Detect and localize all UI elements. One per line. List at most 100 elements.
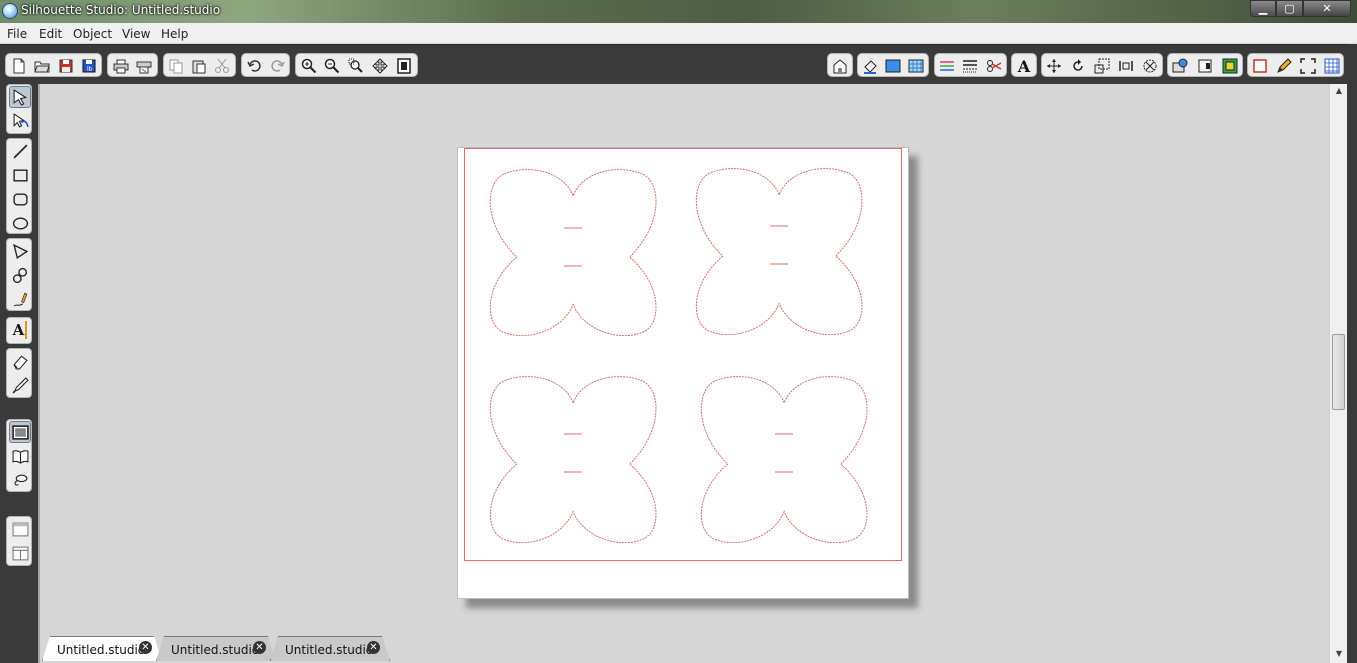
save-to-library-icon[interactable]: lb	[79, 56, 99, 76]
line-tool-group	[934, 53, 1007, 77]
select-arrow-icon[interactable]	[9, 86, 31, 108]
cut-scissors-icon[interactable]	[212, 56, 232, 76]
transform-tool-group	[1041, 53, 1163, 77]
fill-gradient-icon[interactable]	[883, 56, 903, 76]
panel-tool-group	[1167, 53, 1243, 77]
vertical-scrollbar[interactable]: ▲ ▼	[1329, 84, 1347, 663]
butterfly-shape[interactable]	[489, 371, 659, 543]
minimize-button[interactable]: ▁	[1250, 0, 1276, 17]
eraser-icon[interactable]	[9, 350, 31, 372]
design-page-icon[interactable]	[9, 421, 31, 443]
cut-style-icon[interactable]	[984, 56, 1004, 76]
text-tool-icon[interactable]: A	[9, 319, 31, 341]
pan-hand-icon[interactable]	[370, 56, 390, 76]
knife-tool-icon[interactable]	[9, 374, 31, 396]
freehand-tool-icon[interactable]	[9, 288, 31, 310]
document-tab[interactable]: Untitled.studio ✕	[42, 636, 162, 661]
menu-file[interactable]: File	[7, 27, 27, 41]
zoom-tool-group	[295, 53, 418, 77]
fill-color-icon[interactable]	[860, 56, 880, 76]
align-icon[interactable]	[1044, 56, 1064, 76]
menu-bar: File Edit Object View Help	[0, 23, 1357, 44]
save-icon[interactable]	[56, 56, 76, 76]
zoom-out-icon[interactable]	[322, 56, 342, 76]
text-style-icon[interactable]: A	[1014, 56, 1034, 76]
line-style-icon[interactable]	[960, 56, 980, 76]
scale-icon[interactable]	[1092, 56, 1112, 76]
grid-icon[interactable]	[1322, 56, 1342, 76]
polygon-tool-icon[interactable]	[9, 240, 31, 262]
online-store-cloud-icon[interactable]	[9, 469, 31, 491]
close-tab-icon[interactable]: ✕	[367, 641, 380, 654]
butterfly-shape[interactable]	[700, 371, 870, 543]
document-tab[interactable]: Untitled.studio ✕	[270, 636, 390, 661]
fill-pattern-icon[interactable]	[906, 56, 926, 76]
print-icon[interactable]	[111, 56, 131, 76]
online-store-icon[interactable]	[830, 56, 850, 76]
undo-icon[interactable]	[245, 56, 265, 76]
menu-object[interactable]: Object	[73, 27, 112, 41]
main-toolbar: lb A	[0, 44, 1357, 84]
draw-shape-group	[6, 138, 32, 234]
rectangle-tool-icon[interactable]	[9, 164, 31, 186]
redo-icon[interactable]	[267, 56, 287, 76]
window-title: Silhouette Studio: Untitled.studio	[21, 3, 221, 17]
send-to-cutter-icon[interactable]	[134, 56, 154, 76]
copy-icon[interactable]	[166, 56, 186, 76]
print-tool-group	[107, 53, 158, 77]
page-setup-icon[interactable]	[1195, 56, 1215, 76]
file-tool-group: lb	[5, 53, 102, 77]
menu-view[interactable]: View	[122, 27, 150, 41]
open-folder-icon[interactable]	[32, 56, 52, 76]
fit-to-page-icon[interactable]	[394, 56, 414, 76]
draw-path-group	[6, 238, 32, 311]
ellipse-tool-icon[interactable]	[9, 212, 31, 234]
title-bar: Silhouette Studio: Untitled.studio ▁ ▢ ✕	[0, 0, 1357, 23]
rounded-rectangle-tool-icon[interactable]	[9, 188, 31, 210]
move-icon[interactable]	[1116, 56, 1136, 76]
history-tool-group	[241, 53, 290, 77]
menu-edit[interactable]: Edit	[39, 27, 62, 41]
document-tab[interactable]: Untitled.studio ✕	[156, 636, 276, 661]
zoom-in-icon[interactable]	[299, 56, 319, 76]
text-style-group: A	[1011, 53, 1037, 77]
fullscreen-icon[interactable]	[1298, 56, 1318, 76]
registration-marks-icon[interactable]	[1250, 56, 1270, 76]
panel-toggle-group	[6, 419, 32, 492]
line-color-icon[interactable]	[937, 56, 957, 76]
sketch-pencil-icon[interactable]	[1274, 56, 1294, 76]
line-tool-icon[interactable]	[9, 140, 31, 162]
cut-settings-icon[interactable]	[1220, 56, 1240, 76]
text-tool-group: A	[6, 317, 32, 344]
tab-label: Untitled.studio	[57, 643, 146, 657]
edit-points-icon[interactable]	[9, 110, 31, 132]
globe-icon	[2, 3, 18, 19]
zoom-selection-icon[interactable]	[346, 56, 366, 76]
fill-tool-group	[857, 53, 929, 77]
paste-icon[interactable]	[189, 56, 209, 76]
right-edge-strip	[1347, 44, 1357, 663]
library-book-icon[interactable]	[9, 445, 31, 467]
scroll-thumb[interactable]	[1332, 334, 1345, 410]
trace-icon[interactable]	[1170, 56, 1190, 76]
butterfly-shape[interactable]	[695, 163, 865, 335]
curve-tool-icon[interactable]	[9, 264, 31, 286]
rotate-icon[interactable]	[1068, 56, 1088, 76]
store-tool-group	[827, 53, 853, 77]
svg-text:lb: lb	[87, 66, 93, 73]
split-view-icon[interactable]	[9, 542, 31, 564]
close-tab-icon[interactable]: ✕	[139, 641, 152, 654]
left-toolbar: A	[0, 84, 38, 663]
close-button[interactable]: ✕	[1303, 0, 1351, 17]
select-tool-group	[6, 84, 32, 134]
maximize-button[interactable]: ▢	[1276, 0, 1303, 17]
single-view-icon[interactable]	[9, 518, 31, 540]
new-document-icon[interactable]	[9, 56, 29, 76]
menu-help[interactable]: Help	[161, 27, 188, 41]
butterfly-shape[interactable]	[489, 164, 659, 336]
scroll-down-icon[interactable]: ▼	[1333, 649, 1345, 659]
scroll-up-icon[interactable]: ▲	[1333, 86, 1345, 96]
replicate-icon[interactable]	[1140, 56, 1160, 76]
close-tab-icon[interactable]: ✕	[253, 641, 266, 654]
view-tool-group	[1247, 53, 1344, 77]
